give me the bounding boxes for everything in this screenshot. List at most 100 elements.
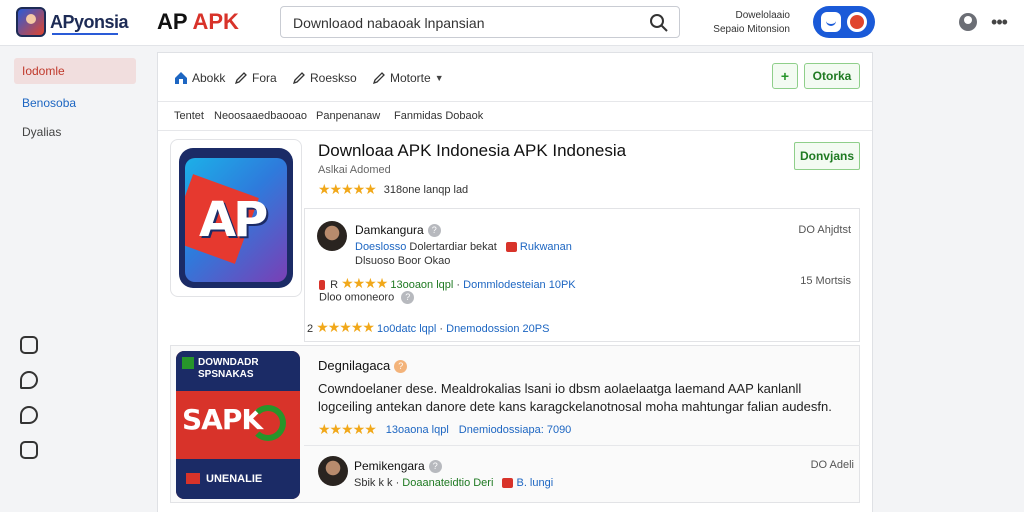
flag-icon (505, 242, 517, 253)
sidebar-item-label: Benosoba (22, 96, 77, 110)
app-icon-screen: AP (185, 158, 287, 282)
toolbar-fora[interactable]: Fora (234, 69, 277, 87)
brand-prefix: AP (157, 9, 188, 34)
review-stat-a: 13ooaon lqpl (390, 279, 454, 291)
verified-icon: ? (427, 224, 441, 238)
app2-icon-green-mark (182, 357, 194, 369)
review-line-a: Sbik k k (354, 477, 393, 489)
reviewer-name[interactable]: Pemikengara? (354, 459, 442, 474)
app2-icon[interactable]: DOWNDADR SPSNAKAS SAPK UNENALIE (176, 351, 300, 499)
sidebar-item-dyalias[interactable]: Dyalias (14, 119, 136, 145)
sidebar-message-icon[interactable] (20, 406, 38, 424)
review-line-b: Doaanateidtio Deri (402, 477, 494, 489)
reviewer-name[interactable]: Damkangura? (355, 223, 441, 238)
review-stat-row: R ★★★★ 13ooaon lqpl · Dommlodesteian 10P… (319, 275, 576, 292)
app-rating-text: 318one lanqp lad (383, 183, 469, 196)
review-line-a[interactable]: Doeslosso (355, 241, 406, 253)
smile-icon (821, 12, 841, 32)
app-rating: ★★★★★ 318one lanqp lad (318, 181, 468, 198)
review-stat-a: 1o0datc lqpl (377, 323, 437, 335)
tab-panpenanaw[interactable]: Panpenanaw (316, 110, 380, 122)
search-icon[interactable] (649, 13, 669, 33)
star-rating-icon: ★★★★ (341, 275, 388, 291)
account-info-line1: Dowelolaaio (735, 10, 790, 21)
toolbar-home[interactable]: Abokk (174, 69, 225, 87)
tab-bar: Tentet Neoosaaedbaooao Panpenanaw Fanmid… (158, 101, 872, 131)
home-icon (175, 72, 187, 84)
sidebar-item-label: Iodomle (22, 64, 65, 78)
toolbar-motorte[interactable]: Motorte ▼ (372, 69, 444, 87)
site-name[interactable]: APyonsia (50, 12, 129, 33)
site-logo-icon[interactable] (16, 7, 46, 37)
app2-icon-top-line2: SPSNAKAS (198, 369, 254, 380)
app2-icon-bottom-text: UNENALIE (206, 473, 263, 485)
sidebar-item-benosoba[interactable]: Benosoba (14, 90, 136, 116)
review-stat-b[interactable]: Dommlodesteian 10PK (463, 279, 576, 291)
toolbar-fora-label: Fora (252, 71, 277, 85)
app-icon-logo-text: AP (199, 192, 268, 248)
review-meta: DO Adeli (810, 459, 854, 471)
sidebar-note-icon[interactable] (20, 441, 38, 459)
review-stat-row: 2 ★★★★★ 1o0datc lqpl · Dnemodossion 20PS (307, 319, 550, 335)
flag-icon (319, 280, 325, 291)
sidebar-item-home[interactable]: Iodomle (14, 58, 136, 84)
download-button[interactable]: Donvjans (794, 142, 860, 170)
review-extra-text: Dloo omoneoro (319, 291, 395, 304)
avatar[interactable] (318, 456, 348, 486)
star-rating-icon: ★★★★★ (318, 421, 377, 437)
toolbar-home-label: Abokk (192, 71, 226, 85)
tab-news[interactable]: Neoosaaedbaooao (214, 110, 307, 122)
search-box[interactable] (280, 6, 680, 38)
app2-icon-top: DOWNDADR SPSNAKAS (176, 351, 300, 391)
review-extra: Dloo omoneoro ? (319, 291, 415, 304)
toolbar-motorte-label: Motorte (390, 71, 431, 85)
flag-icon (502, 478, 514, 489)
review-line: Sbik k k · Doaanateidtio Deri B. lungi (354, 477, 554, 489)
chevron-down-icon: ▼ (434, 73, 444, 83)
app-icon-frame[interactable]: AP (170, 139, 302, 297)
review-stat-meta: 15 Mortsis (800, 275, 851, 287)
review-stat-prefix: 2 (307, 323, 314, 335)
pencil-icon (292, 72, 305, 85)
reviewer-name-text: Pemikengara (354, 459, 425, 473)
brand-logo[interactable]: AP APK (157, 9, 239, 35)
verified-icon: ? (394, 360, 408, 374)
avatar[interactable] (317, 221, 347, 251)
review-line-c[interactable]: Rukwanan (520, 241, 572, 253)
toolbar-roeskso[interactable]: Roeskso (292, 69, 357, 87)
brand-suffix: APK (192, 9, 239, 34)
star-rating-icon: ★★★★★ (316, 319, 375, 335)
search-input[interactable] (293, 13, 643, 33)
app-subtitle: Aslkai Adomed (318, 164, 391, 176)
app2-stat-a: 13oaona lqpl (385, 423, 449, 436)
app2-description: Cowndoelaner dese. Mealdrokalias lsani i… (318, 381, 832, 414)
more-options-icon[interactable]: ••• (989, 12, 1009, 32)
theme-toggle[interactable] (813, 6, 875, 38)
user-icon[interactable] (959, 13, 977, 31)
app2-stats: ★★★★★ 13oaona lqpl Dnemiodossiapa: 7090 (318, 421, 571, 438)
review-line-sub: Dlsuoso Boor Okao (355, 255, 451, 267)
divider (304, 445, 860, 446)
toolbar-action-button[interactable]: Otorka (804, 63, 860, 89)
review-line-b: Dolertardiar bekat (409, 241, 497, 253)
help-icon: ? (401, 291, 415, 304)
pencil-icon (372, 72, 385, 85)
tab-fanmidas[interactable]: Fanmidas Dobaok (394, 110, 483, 122)
star-rating-icon: ★★★★★ (318, 181, 377, 197)
sidebar-square-icon[interactable] (20, 336, 38, 354)
check-icon (250, 405, 286, 441)
review-line-c[interactable]: B. lungi (516, 477, 553, 489)
review-stat-b[interactable]: Dnemodossion 20PS (446, 323, 549, 335)
site-name-underline (52, 33, 118, 35)
app2-name[interactable]: Degnilagaca? (318, 358, 408, 374)
sidebar-chat-icon[interactable] (20, 371, 38, 389)
app-title: Downloaa APK Indonesia APK Indonesia (318, 141, 627, 160)
reviewer-name-text: Damkangura (355, 223, 424, 237)
app2-name-text: Degnilagaca (318, 358, 391, 373)
review-meta: DO Ahjdtst (798, 224, 851, 236)
account-info[interactable]: Dowelolaaio Sepaio Mitonsion (706, 9, 790, 37)
app2-stat-b[interactable]: Dnemiodossiapa: 7090 (459, 424, 572, 436)
tab-tentet[interactable]: Tentet (174, 110, 204, 122)
add-icon[interactable]: + (772, 63, 798, 89)
toolbar-roeskso-label: Roeskso (310, 71, 357, 85)
